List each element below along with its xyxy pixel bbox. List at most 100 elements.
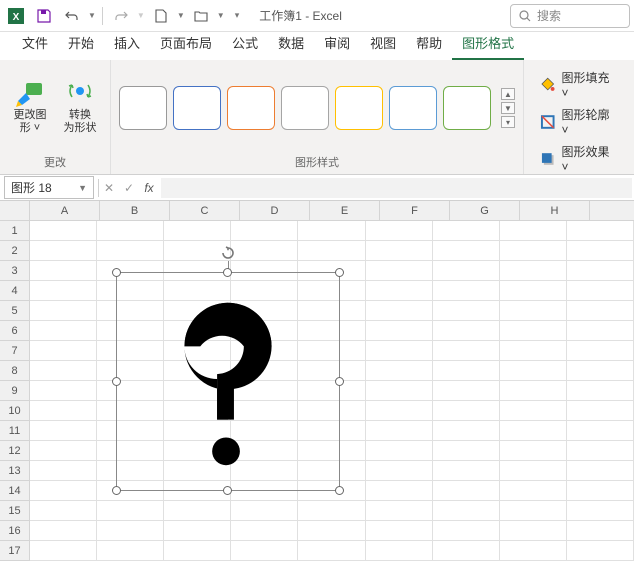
open-icon[interactable] [189,4,213,28]
cell[interactable] [30,421,97,441]
open-dropdown-icon[interactable]: ▼ [217,11,225,20]
tab-help[interactable]: 帮助 [406,27,452,60]
cell[interactable] [500,441,567,461]
row-header[interactable]: 8 [0,361,30,381]
cell[interactable] [231,501,298,521]
cell[interactable] [30,261,97,281]
cell[interactable] [30,401,97,421]
cell[interactable] [567,361,634,381]
cell[interactable] [97,501,164,521]
cell[interactable] [231,221,298,241]
row-header[interactable]: 11 [0,421,30,441]
cell[interactable] [500,221,567,241]
cell[interactable] [366,461,433,481]
row-header[interactable]: 16 [0,521,30,541]
cell[interactable] [366,341,433,361]
cell[interactable] [500,541,567,561]
shape-style-3[interactable] [227,86,275,130]
cell[interactable] [500,361,567,381]
cell[interactable] [567,541,634,561]
resize-handle-e[interactable] [335,377,344,386]
cell[interactable] [433,521,500,541]
col-header[interactable]: A [30,201,100,220]
shape-style-5[interactable] [335,86,383,130]
cell[interactable] [433,261,500,281]
row-header[interactable]: 1 [0,221,30,241]
shape-style-4[interactable] [281,86,329,130]
cell[interactable] [30,521,97,541]
cell[interactable] [500,321,567,341]
cell[interactable] [567,321,634,341]
change-shape-button[interactable]: 更改图 形 ˅ [8,77,52,139]
shape-style-2[interactable] [173,86,221,130]
col-header[interactable]: B [100,201,170,220]
style-nav-down-icon[interactable]: ▼ [501,102,515,114]
cell[interactable] [567,301,634,321]
convert-shape-button[interactable]: 转换 为形状 [58,77,102,139]
row-header[interactable]: 9 [0,381,30,401]
cell[interactable] [500,521,567,541]
cell[interactable] [366,421,433,441]
cell[interactable] [30,501,97,521]
col-header[interactable]: H [520,201,590,220]
cell[interactable] [231,521,298,541]
cell[interactable] [433,221,500,241]
cell[interactable] [500,241,567,261]
cancel-formula-icon[interactable]: ✕ [99,181,119,195]
cell[interactable] [500,381,567,401]
col-header[interactable]: F [380,201,450,220]
cell[interactable] [97,241,164,261]
tab-data[interactable]: 数据 [268,27,314,60]
undo-icon[interactable] [60,4,84,28]
cell[interactable] [567,421,634,441]
cell[interactable] [433,541,500,561]
tab-layout[interactable]: 页面布局 [150,27,222,60]
cell[interactable] [298,501,365,521]
formula-input[interactable] [161,178,632,198]
resize-handle-sw[interactable] [112,486,121,495]
redo-icon[interactable] [109,4,133,28]
cell[interactable] [30,301,97,321]
tab-view[interactable]: 视图 [360,27,406,60]
resize-handle-nw[interactable] [112,268,121,277]
rotation-handle-icon[interactable] [220,245,236,261]
row-header[interactable]: 13 [0,461,30,481]
row-header[interactable]: 3 [0,261,30,281]
cell[interactable] [231,241,298,261]
row-header[interactable]: 2 [0,241,30,261]
cell[interactable] [30,221,97,241]
style-nav-up-icon[interactable]: ▲ [501,88,515,100]
style-nav-more-icon[interactable]: ▾ [501,116,515,128]
question-mark-shape[interactable] [117,273,339,490]
select-all-corner[interactable] [0,201,30,220]
cell[interactable] [366,361,433,381]
cell[interactable] [298,241,365,261]
cell[interactable] [231,541,298,561]
cell[interactable] [433,401,500,421]
row-header[interactable]: 5 [0,301,30,321]
cell[interactable] [567,521,634,541]
tab-home[interactable]: 开始 [58,27,104,60]
save-icon[interactable] [32,4,56,28]
cell[interactable] [433,281,500,301]
cell[interactable] [366,221,433,241]
cell[interactable] [500,481,567,501]
row-header[interactable]: 7 [0,341,30,361]
cell[interactable] [433,421,500,441]
row-header[interactable]: 12 [0,441,30,461]
cell[interactable] [567,261,634,281]
cell[interactable] [500,301,567,321]
cell[interactable] [433,441,500,461]
cell[interactable] [433,381,500,401]
cell[interactable] [298,541,365,561]
resize-handle-w[interactable] [112,377,121,386]
row-header[interactable]: 4 [0,281,30,301]
cell[interactable] [366,441,433,461]
cell[interactable] [366,241,433,261]
cell[interactable] [30,341,97,361]
cell[interactable] [567,501,634,521]
cell[interactable] [366,541,433,561]
shape-effects-button[interactable]: 图形效果 ˅ [538,142,620,175]
row-header[interactable]: 15 [0,501,30,521]
cell[interactable] [500,461,567,481]
